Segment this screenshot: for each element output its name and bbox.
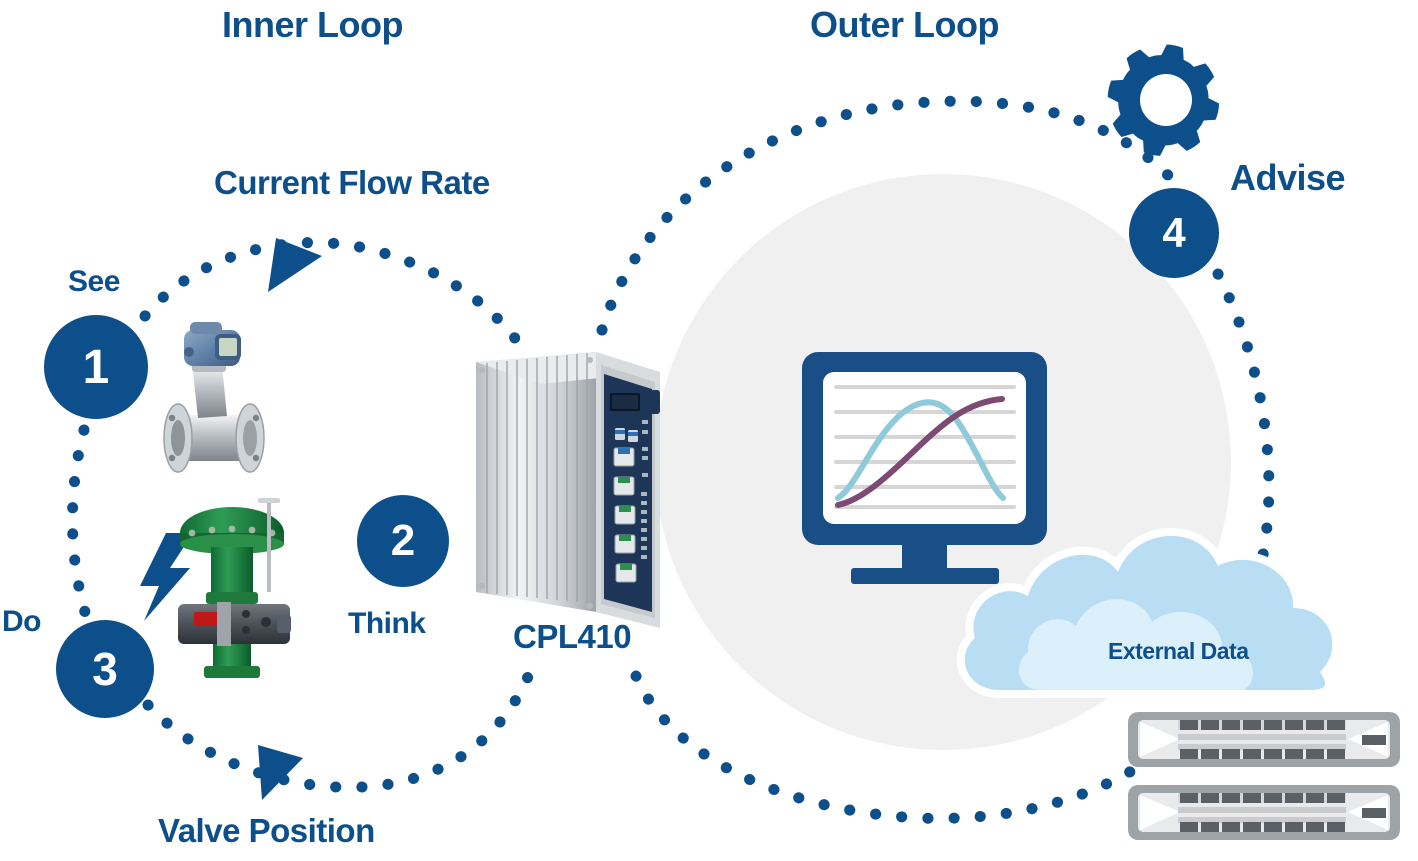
- inner-loop-bottom-path: [142, 666, 536, 793]
- step-number-3: 3: [92, 643, 118, 695]
- step-circle-1[interactable]: 1: [44, 315, 148, 419]
- current-flow-rate-label: Current Flow Rate: [214, 164, 490, 201]
- step-label-see: See: [68, 265, 120, 298]
- inner-loop-left-path: [66, 424, 94, 628]
- gear-icon: [1107, 44, 1220, 156]
- step-circle-2[interactable]: 2: [357, 495, 449, 587]
- inner-loop-bottom-arrowhead: [258, 745, 303, 800]
- control-valve-photo: [178, 498, 291, 678]
- external-data-label: External Data: [1108, 638, 1249, 664]
- cpl410-controller-photo: [476, 352, 660, 628]
- step-label-think: Think: [348, 607, 426, 640]
- flow-meter-photo: [163, 322, 265, 473]
- cpl410-label: CPL410: [513, 618, 632, 655]
- step-number-4: 4: [1162, 209, 1186, 256]
- step-label-advise: Advise: [1230, 157, 1346, 198]
- diagram-canvas: Inner Loop Outer Loop Current Flow Rate …: [0, 0, 1418, 861]
- inner-loop-top-arrowhead: [268, 238, 322, 292]
- inner-loop-title: Inner Loop: [222, 4, 403, 45]
- diagram-artwork: [66, 44, 1400, 840]
- step-number-2: 2: [390, 516, 416, 565]
- step-circle-3[interactable]: 3: [56, 620, 154, 718]
- server-rack-icon-top: [1128, 712, 1400, 767]
- outer-loop-title: Outer Loop: [810, 4, 999, 45]
- step-circle-4[interactable]: 4: [1129, 188, 1219, 278]
- step-label-do: Do: [2, 605, 42, 638]
- valve-position-label: Valve Position: [158, 812, 375, 849]
- server-rack-icon-bottom: [1128, 785, 1400, 840]
- step-number-1: 1: [82, 340, 110, 394]
